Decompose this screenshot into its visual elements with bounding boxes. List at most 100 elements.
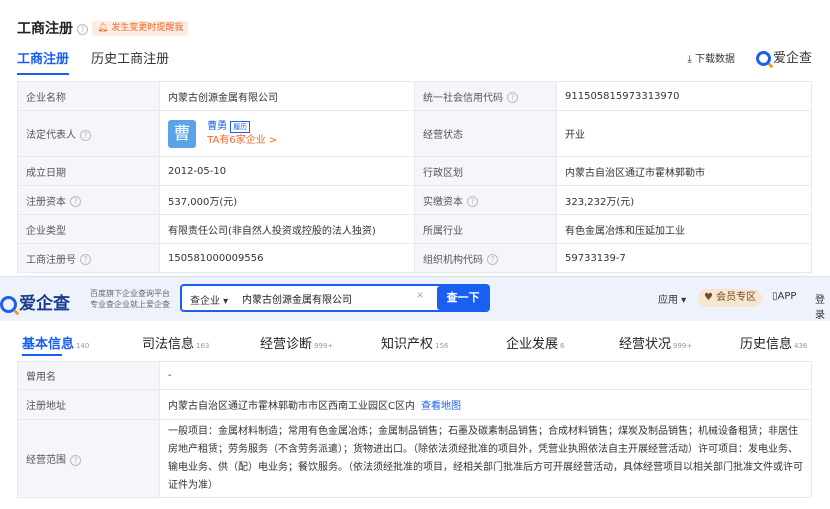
reg-number: 150581000009556 <box>159 243 415 273</box>
tab-count: 156 <box>435 342 449 350</box>
former-name-label: 曾用名 <box>17 361 160 390</box>
region-label: 行政区划 <box>414 156 557 186</box>
vip-diamond-icon: ♥ <box>704 292 713 303</box>
section-title-text: 工商注册 <box>17 21 73 37</box>
login-link[interactable]: 登录 <box>815 291 830 321</box>
legal-rep-label: 法定代表人? <box>17 110 160 157</box>
registered-capital: 537,000万(元) <box>159 185 415 215</box>
tab-basic-info[interactable]: 基本信息 140 <box>22 333 89 352</box>
credit-code-label: 统一社会信用代码? <box>414 81 557 111</box>
tab-label: 企业发展 <box>506 337 559 352</box>
apps-menu[interactable]: 应用 ▾ <box>658 291 686 306</box>
business-scope: 一般项目：金属材料制造；常用有色金属冶炼；金属制品销售；石墨及碳素制品销售；合成… <box>159 419 812 498</box>
tab-label: 知识产权 <box>381 337 434 352</box>
paid-capital-label: 实缴资本? <box>414 185 557 215</box>
paid-capital: 323,232万(元) <box>556 185 812 215</box>
aiqicha-logo-icon <box>755 51 771 66</box>
brand-name: 爱企查 <box>772 51 812 66</box>
registered-capital-label: 注册资本? <box>17 185 160 215</box>
credit-code-label-text: 统一社会信用代码 <box>423 92 503 104</box>
tab-intellectual-property[interactable]: 知识产权 156 <box>381 333 448 352</box>
app-download-link[interactable]: ▯APP <box>772 291 796 302</box>
paid-capital-label-text: 实缴资本 <box>423 196 463 208</box>
org-code-label-text: 组织机构代码 <box>423 254 483 266</box>
tab-count: 163 <box>196 342 210 350</box>
help-icon[interactable]: ? <box>487 254 498 265</box>
change-remind-button[interactable]: 🔔︎ 发生变更时提醒我 <box>92 21 189 36</box>
tab-label: 司法信息 <box>142 337 195 352</box>
site-slogan: 百度旗下企业查询平台 专业查企业就上爱企查 <box>90 288 170 310</box>
org-code: 59733139-7 <box>556 243 812 273</box>
bell-icon: 🔔︎ <box>97 23 109 33</box>
industry-label: 所属行业 <box>414 214 557 244</box>
tab-history-info[interactable]: 历史信息 436 <box>740 333 807 352</box>
aiqicha-logo-icon <box>0 295 17 313</box>
company-name-label: 企业名称 <box>17 81 160 111</box>
download-label: 下载数据 <box>695 54 735 65</box>
legal-rep-companies-link[interactable]: TA有6家企业 > <box>207 135 277 146</box>
vip-zone-button[interactable]: ♥ 会员专区 <box>698 289 763 307</box>
help-icon[interactable]: ? <box>467 196 478 207</box>
active-tab-indicator <box>22 354 62 356</box>
basic-info-table: 曾用名 - 注册地址 内蒙古自治区通辽市霍林郭勒市市区西南工业园区C区内 查看地图… <box>17 361 812 498</box>
company-type: 有限责任公司(非自然人投资或控股的法人独资) <box>159 214 415 244</box>
tab-label: 历史信息 <box>740 337 793 352</box>
company-type-label: 企业类型 <box>17 214 160 244</box>
vip-label: 会员专区 <box>716 292 757 303</box>
former-name: - <box>159 361 812 390</box>
tab-count: 6 <box>560 342 565 350</box>
slogan-line-2: 专业查企业就上爱企查 <box>90 300 170 309</box>
help-icon[interactable]: ? <box>507 92 518 103</box>
tab-count: 140 <box>76 342 90 350</box>
tab-registration[interactable]: 工商注册 <box>17 48 70 75</box>
search-input[interactable]: 内蒙古创源金属有限公司 <box>242 291 352 306</box>
help-icon[interactable]: ? <box>77 23 88 35</box>
tab-count: 999+ <box>673 342 693 350</box>
search-scope-select[interactable]: 查企业 ▾ <box>190 292 228 307</box>
business-scope-label: 经营范围? <box>17 419 160 498</box>
tab-label: 经营诊断 <box>260 337 313 352</box>
download-data-button[interactable]: ⤓ 下载数据 <box>687 50 735 65</box>
status-value: 开业 <box>556 110 812 157</box>
region-value: 内蒙古自治区通辽市霍林郭勒市 <box>556 156 812 186</box>
avatar[interactable]: 曹 <box>168 119 196 148</box>
site-logo-text: 爱企查 <box>19 294 70 314</box>
industry-value: 有色金属冶炼和压延加工业 <box>556 214 812 244</box>
search-button[interactable]: 查一下 <box>437 286 489 310</box>
legal-rep-label-text: 法定代表人 <box>26 130 76 141</box>
tab-count: 999+ <box>314 342 334 350</box>
address-value: 内蒙古自治区通辽市霍林郭勒市市区西南工业园区C区内 <box>168 401 415 412</box>
resume-tag[interactable]: 履历 <box>230 120 251 133</box>
help-icon[interactable]: ? <box>80 129 91 141</box>
legal-rep-cell: 曹 曹勇 履历 TA有6家企业 > <box>159 110 415 157</box>
address-cell: 内蒙古自治区通辽市霍林郭勒市市区西南工业园区C区内 查看地图 <box>159 389 812 420</box>
tab-history-registration[interactable]: 历史工商注册 <box>91 48 169 73</box>
help-icon[interactable]: ? <box>80 254 91 265</box>
clear-icon[interactable]: × <box>416 290 424 301</box>
status-label: 经营状态 <box>414 110 557 157</box>
registration-table: 企业名称 内蒙古创源金属有限公司 统一社会信用代码? 9115058159733… <box>17 81 812 273</box>
help-icon[interactable]: ? <box>70 454 81 466</box>
site-logo[interactable]: 爱企查 <box>0 289 70 314</box>
tab-business-status[interactable]: 经营状况 999+ <box>619 333 692 352</box>
tab-judicial-info[interactable]: 司法信息 163 <box>142 333 209 352</box>
business-scope-label-text: 经营范围 <box>26 455 66 466</box>
founded-date-label: 成立日期 <box>17 156 160 186</box>
app-label: APP <box>777 291 797 302</box>
help-icon[interactable]: ? <box>70 196 81 207</box>
brand-watermark: 爱企查 <box>755 47 812 66</box>
download-icon: ⤓ <box>687 54 692 65</box>
credit-code: 911505815973313970 <box>556 81 812 111</box>
reg-number-label-text: 工商注册号 <box>26 254 76 266</box>
view-map-link[interactable]: 查看地图 <box>421 401 461 412</box>
reg-number-label: 工商注册号? <box>17 243 160 273</box>
tab-label: 基本信息 <box>22 337 75 352</box>
remind-label: 发生变更时提醒我 <box>111 23 184 33</box>
slogan-line-1: 百度旗下企业查询平台 <box>90 289 170 298</box>
org-code-label: 组织机构代码? <box>414 243 557 273</box>
tab-development[interactable]: 企业发展 6 <box>506 333 564 352</box>
tab-operation-diagnosis[interactable]: 经营诊断 999+ <box>260 333 333 352</box>
legal-rep-info: 曹勇 履历 TA有6家企业 > <box>207 120 277 148</box>
registration-tabs: 工商注册 历史工商注册 <box>17 48 187 75</box>
legal-rep-name[interactable]: 曹勇 <box>207 121 227 132</box>
